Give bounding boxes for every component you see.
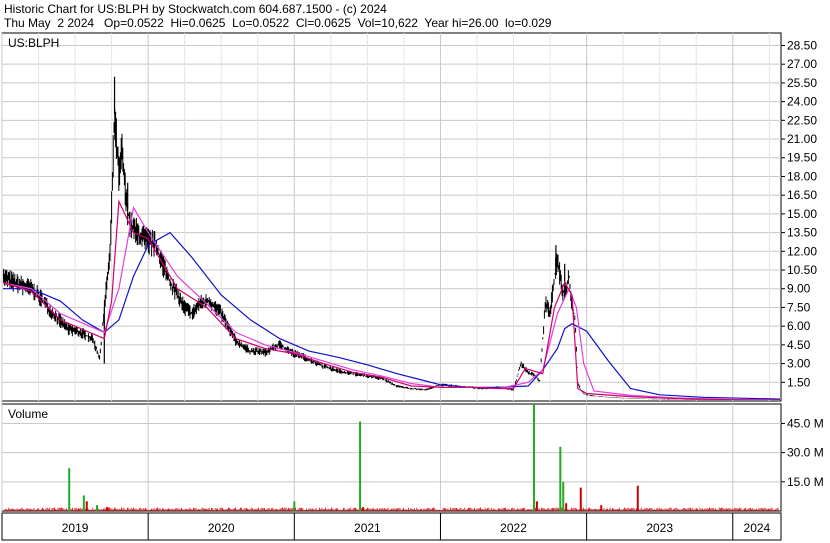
price-tick-label: 22.50	[787, 113, 817, 127]
volume-bar	[68, 468, 71, 511]
price-tick-label: 19.50	[787, 151, 817, 165]
price-tick-label: 21.00	[787, 132, 817, 146]
volume-bar	[559, 446, 562, 511]
year-label: 2022	[500, 521, 527, 535]
year-label: 2023	[646, 521, 673, 535]
volume-bar	[535, 501, 538, 511]
volume-tick-label: 15.0 M	[787, 475, 824, 489]
year-label: 2020	[208, 521, 235, 535]
price-tick-label: 24.00	[787, 95, 817, 109]
volume-bar	[600, 505, 603, 511]
price-tick-label: 28.50	[787, 38, 817, 52]
volume-bar	[579, 487, 582, 511]
volume-bar	[636, 485, 639, 511]
price-tick-label: 6.00	[787, 319, 811, 333]
volume-tick-label: 30.0 M	[787, 446, 824, 460]
volume-bar	[293, 501, 296, 511]
volume-bar	[96, 505, 98, 511]
volume-bar	[82, 495, 85, 511]
year-label: 2021	[354, 521, 381, 535]
volume-panel	[1, 403, 782, 512]
price-tick-label: 1.50	[787, 375, 811, 389]
price-tick-label: 7.50	[787, 300, 811, 314]
price-tick-label: 27.00	[787, 57, 817, 71]
volume-tick-label: 45.0 M	[787, 416, 824, 430]
year-label: 2019	[62, 521, 89, 535]
volume-bar	[359, 421, 362, 511]
price-tick-label: 18.00	[787, 169, 817, 183]
volume-bar	[562, 481, 565, 511]
volume-bar	[565, 503, 568, 511]
price-tick-label: 25.50	[787, 76, 817, 90]
price-tick-label: 9.00	[787, 282, 811, 296]
price-tick-label: 13.50	[787, 226, 817, 240]
price-tick-label: 15.00	[787, 207, 817, 221]
price-tick-label: 16.50	[787, 188, 817, 202]
price-tick-label: 3.00	[787, 357, 811, 371]
price-tick-label: 10.50	[787, 263, 817, 277]
volume-panel-title: Volume	[8, 407, 48, 421]
chart-header: Historic Chart for US:BLPH by Stockwatch…	[0, 0, 830, 32]
header-title: Historic Chart for US:BLPH by Stockwatch…	[4, 2, 387, 16]
price-panel-title: US:BLPH	[8, 36, 59, 50]
volume-bar	[362, 507, 364, 511]
volume-bar	[533, 404, 535, 511]
price-tick-label: 12.00	[787, 244, 817, 258]
header-quote-line: Thu May 2 2024 Op=0.0522 Hi=0.0625 Lo=0.…	[4, 16, 552, 30]
year-label: 2024	[744, 521, 771, 535]
price-tick-label: 4.50	[787, 338, 811, 352]
stock-chart: 1.50 3.00 4.50 6.00 7.50 9.00 10.50 12.00 13.50 1…	[1, 32, 824, 541]
volume-bar	[106, 507, 109, 511]
volume-bar	[85, 501, 88, 511]
price-panel	[1, 32, 782, 402]
